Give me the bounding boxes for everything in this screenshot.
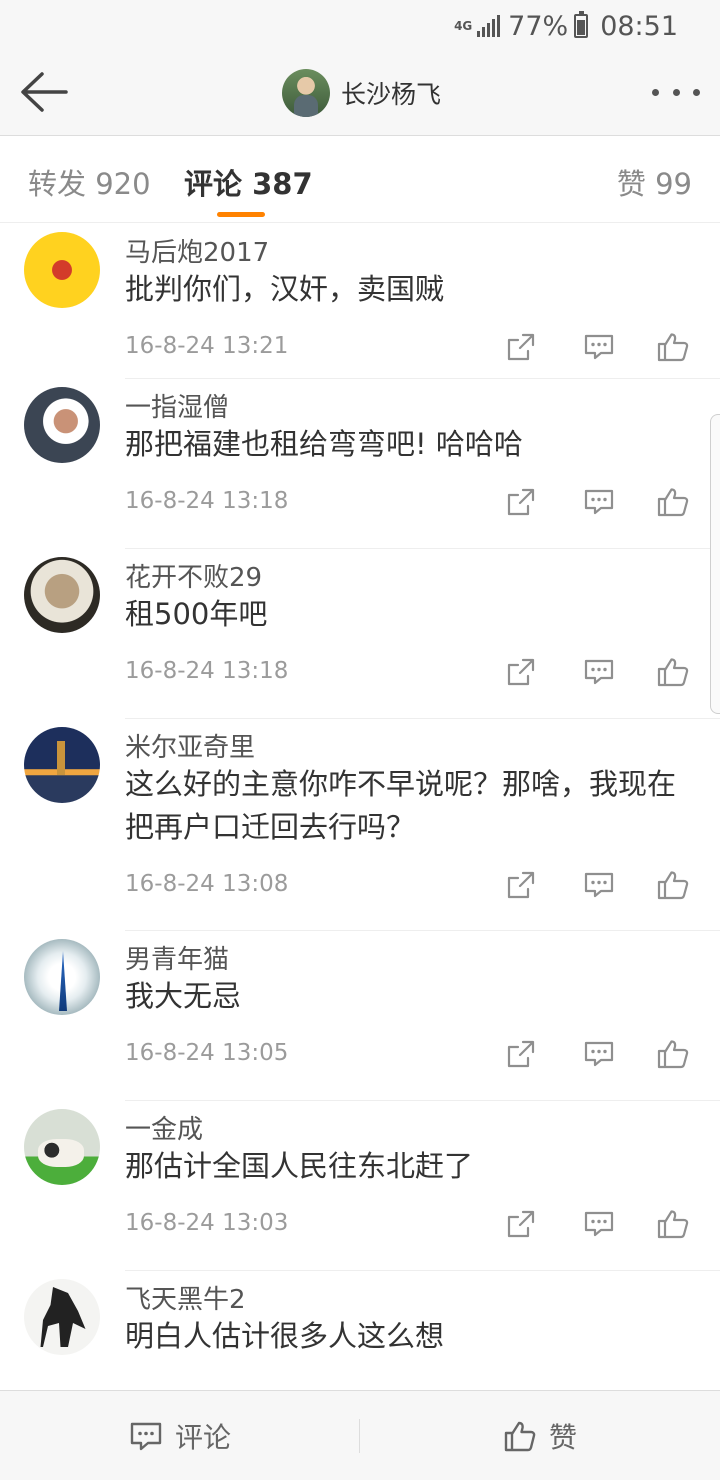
active-tab-indicator	[217, 212, 265, 217]
reply-icon[interactable]	[583, 869, 615, 901]
comment-text: 那估计全国人民往东北赶了	[125, 1149, 474, 1183]
thumbs-up-icon[interactable]	[657, 331, 689, 363]
like-button[interactable]: 赞	[360, 1391, 720, 1480]
like-button-label: 赞	[548, 1421, 577, 1454]
comment-text: 这么好的主意你咋不早说呢？那啥，我现在把再户口迁回去行吗？	[125, 767, 677, 844]
comment-button-label: 评论	[174, 1421, 231, 1454]
comment-button[interactable]: 评论	[0, 1391, 360, 1480]
tab-likes[interactable]: 赞 99	[617, 161, 692, 203]
status-bar: 4G 77% 08:51	[0, 0, 720, 52]
tab-bar: 转发 920 评论 387 赞 99	[0, 137, 720, 223]
comment-actions	[505, 1038, 693, 1070]
repost-icon[interactable]	[505, 869, 537, 901]
comment-timestamp: 16-8-24 13:18	[125, 488, 289, 514]
thumbs-up-icon[interactable]	[657, 869, 689, 901]
repost-icon[interactable]	[505, 486, 537, 518]
reply-icon[interactable]	[583, 331, 615, 363]
avatar[interactable]	[24, 387, 100, 463]
repost-icon[interactable]	[505, 656, 537, 688]
comment-actions	[505, 869, 693, 901]
comment-username[interactable]: 米尔亚奇里	[125, 727, 255, 764]
avatar[interactable]	[24, 1109, 100, 1185]
nav-bar: 长沙杨飞	[0, 52, 720, 136]
comment-username[interactable]: 花开不败29	[125, 557, 262, 594]
comment-username[interactable]: 马后炮2017	[125, 232, 269, 269]
arrow-left-icon	[21, 72, 68, 112]
comment-text: 我大无忌	[125, 979, 242, 1013]
more-dots-icon	[652, 88, 659, 96]
avatar[interactable]	[24, 727, 100, 803]
battery-percent: 77%	[508, 10, 569, 42]
more-button[interactable]	[652, 82, 700, 102]
tab-comments[interactable]: 评论 387	[184, 161, 313, 203]
tab-repost[interactable]: 转发 920	[28, 161, 151, 203]
comment-text: 批判你们，汉奸，卖国贼	[125, 272, 445, 306]
back-button[interactable]	[18, 70, 70, 114]
comment-text: 明白人估计很多人这么想	[125, 1319, 445, 1353]
comment-item[interactable]: 花开不败29 租500年吧 16-8-24 13:18	[0, 549, 720, 719]
profile-name[interactable]: 长沙杨飞	[341, 75, 441, 111]
comment-username[interactable]: 一金成	[125, 1109, 203, 1146]
comment-actions	[505, 486, 693, 518]
comment-timestamp: 16-8-24 13:08	[125, 871, 289, 897]
repost-icon[interactable]	[505, 1208, 537, 1240]
comment-item[interactable]: 马后炮2017 批判你们，汉奸，卖国贼 16-8-24 13:21	[0, 224, 720, 379]
avatar[interactable]	[24, 1279, 100, 1355]
comment-item[interactable]: 飞天黑牛2 明白人估计很多人这么想	[0, 1271, 720, 1390]
scrollbar[interactable]	[710, 414, 720, 714]
comment-timestamp: 16-8-24 13:03	[125, 1210, 289, 1236]
comment-actions	[505, 1208, 693, 1240]
clock: 08:51	[600, 10, 678, 42]
profile-header[interactable]: 长沙杨飞	[282, 68, 441, 118]
avatar[interactable]	[24, 557, 100, 633]
comment-timestamp: 16-8-24 13:18	[125, 658, 289, 684]
comment-item[interactable]: 一金成 那估计全国人民往东北赶了 16-8-24 13:03	[0, 1101, 720, 1271]
thumbs-up-icon[interactable]	[657, 1208, 689, 1240]
comment-text: 租500年吧	[125, 597, 268, 631]
comment-username[interactable]: 飞天黑牛2	[125, 1279, 246, 1316]
network-type: 4G	[454, 18, 473, 33]
comment-list[interactable]: 马后炮2017 批判你们，汉奸，卖国贼 16-8-24 13:21 一指湿僧 那把福建也…	[0, 224, 720, 1390]
comment-item[interactable]: 一指湿僧 那把福建也租给弯弯吧! 哈哈哈 16-8-24 13:18	[0, 379, 720, 549]
signal-icon	[477, 15, 501, 37]
comment-text: 那把福建也租给弯弯吧! 哈哈哈	[125, 427, 523, 461]
reply-icon[interactable]	[583, 1208, 615, 1240]
comment-username[interactable]: 男青年猫	[125, 939, 229, 976]
comment-icon	[130, 1422, 162, 1451]
avatar[interactable]	[24, 939, 100, 1015]
thumbs-up-icon	[504, 1421, 536, 1452]
comment-item[interactable]: 米尔亚奇里 这么好的主意你咋不早说呢？那啥，我现在把再户口迁回去行吗？ 16-8-2…	[0, 719, 720, 931]
comment-timestamp: 16-8-24 13:21	[125, 333, 289, 359]
comment-timestamp: 16-8-24 13:05	[125, 1040, 289, 1066]
battery-icon	[574, 11, 589, 38]
comment-username[interactable]: 一指湿僧	[125, 387, 229, 424]
comment-actions	[505, 656, 693, 688]
thumbs-up-icon[interactable]	[657, 486, 689, 518]
reply-icon[interactable]	[583, 656, 615, 688]
repost-icon[interactable]	[505, 331, 537, 363]
repost-icon[interactable]	[505, 1038, 537, 1070]
comment-item[interactable]: 男青年猫 我大无忌 16-8-24 13:05	[0, 931, 720, 1101]
bottom-action-bar: 评论 赞	[0, 1390, 720, 1480]
reply-icon[interactable]	[583, 1038, 615, 1070]
comment-actions	[505, 331, 693, 363]
avatar[interactable]	[282, 69, 330, 117]
thumbs-up-icon[interactable]	[657, 656, 689, 688]
reply-icon[interactable]	[583, 486, 615, 518]
thumbs-up-icon[interactable]	[657, 1038, 689, 1070]
avatar[interactable]	[24, 232, 100, 308]
